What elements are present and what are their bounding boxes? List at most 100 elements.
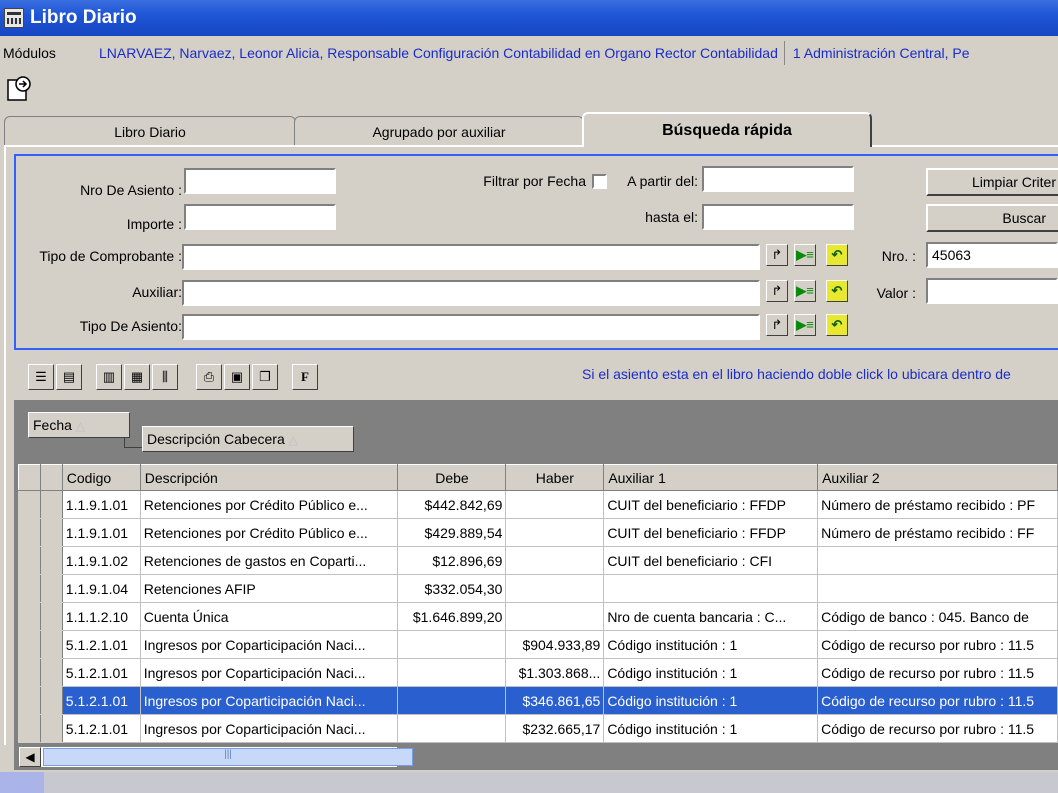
nro-input[interactable]: 45063 [926, 242, 1058, 268]
cell-auxiliar-1[interactable]: CUIT del beneficiario : FFDP [603, 490, 819, 519]
limpiar-criterios-button[interactable]: Limpiar Criter [926, 168, 1058, 196]
cell-codigo[interactable]: 1.1.9.1.01 [61, 518, 141, 547]
undo-icon[interactable]: ↶ [826, 314, 848, 336]
cell-codigo[interactable]: 5.1.2.1.01 [61, 630, 141, 659]
undo-icon[interactable]: ↶ [826, 244, 848, 266]
cell-haber[interactable] [505, 490, 605, 519]
cell-auxiliar-1[interactable]: CUIT del beneficiario : CFI [603, 546, 819, 575]
cell-descripcion[interactable]: Retenciones de gastos en Coparti... [139, 546, 399, 575]
cell-auxiliar-1[interactable]: Código institución : 1 [603, 658, 819, 687]
cell-haber[interactable] [505, 546, 605, 575]
cell-debe[interactable]: $429.889,54 [397, 518, 507, 547]
hasta-input[interactable] [702, 204, 854, 230]
col-haber[interactable]: Haber [505, 464, 605, 491]
cell-codigo[interactable]: 1.1.9.1.02 [61, 546, 141, 575]
tab-busqueda-rapida[interactable]: Búsqueda rápida [582, 112, 872, 147]
group-by-fecha[interactable]: Fecha △ [28, 412, 130, 438]
scroll-thumb[interactable]: ||| [43, 748, 413, 766]
cell-auxiliar-2[interactable]: Código de banco : 045. Banco de [817, 602, 1058, 631]
cell-auxiliar-2[interactable]: Código de recurso por rubro : 11.5 [817, 686, 1058, 715]
table-row[interactable]: 1.1.9.1.01 Retenciones por Crédito Públic… [18, 490, 1058, 519]
cell-descripcion[interactable]: Ingresos por Coparticipación Naci... [139, 686, 399, 715]
table-row[interactable]: 1.1.9.1.01 Retenciones por Crédito Públic… [18, 518, 1058, 547]
cell-haber[interactable] [505, 574, 605, 603]
cell-debe[interactable]: $332.054,30 [397, 574, 507, 603]
cell-debe[interactable] [397, 714, 507, 743]
cell-haber[interactable] [505, 518, 605, 547]
table-row[interactable]: 1.1.1.2.10 Cuenta Única $1.646.899,20 Nro d… [18, 602, 1058, 631]
cell-debe[interactable]: $442.842,69 [397, 490, 507, 519]
cell-auxiliar-2[interactable]: Código de recurso por rubro : 11.5 [817, 714, 1058, 743]
tipo-asiento-input[interactable] [182, 314, 760, 340]
cell-descripcion[interactable]: Ingresos por Coparticipación Naci... [139, 658, 399, 687]
cell-debe[interactable] [397, 658, 507, 687]
cell-codigo[interactable]: 5.1.2.1.01 [61, 686, 141, 715]
modules-label[interactable]: Módulos [0, 45, 90, 61]
valor-input[interactable] [926, 278, 1058, 304]
cell-haber[interactable] [505, 602, 605, 631]
cell-descripcion[interactable]: Cuenta Única [139, 602, 399, 631]
undo-icon[interactable]: ↶ [826, 280, 848, 302]
col-debe[interactable]: Debe [397, 464, 507, 491]
nro-asiento-input[interactable] [184, 168, 336, 194]
cell-codigo[interactable]: 1.1.9.1.01 [61, 490, 141, 519]
cell-codigo[interactable]: 1.1.1.2.10 [61, 602, 141, 631]
print-icon[interactable]: ⎙ [196, 364, 222, 390]
col-auxiliar-1[interactable]: Auxiliar 1 [603, 464, 819, 491]
select-list-icon[interactable]: ▶≡ [794, 280, 816, 302]
cell-haber[interactable]: $904.933,89 [505, 630, 605, 659]
cell-descripcion[interactable]: Retenciones por Crédito Público e... [139, 490, 399, 519]
collapse-all-icon[interactable]: ▤ [56, 364, 82, 390]
table-row[interactable]: 1.1.9.1.02 Retenciones de gastos en Copar… [18, 546, 1058, 575]
cell-haber[interactable]: $1.303.868... [505, 658, 605, 687]
search-icon[interactable]: ↱ [766, 314, 788, 336]
cell-auxiliar-2[interactable]: Número de préstamo recibido : PF [817, 490, 1058, 519]
cell-auxiliar-2[interactable]: Código de recurso por rubro : 11.5 [817, 658, 1058, 687]
select-list-icon[interactable]: ▶≡ [794, 314, 816, 336]
table-row[interactable]: 5.1.2.1.01 Ingresos por Coparticipación N… [18, 686, 1058, 715]
cell-auxiliar-1[interactable]: Código institución : 1 [603, 686, 819, 715]
group-icon[interactable]: ▦ [124, 364, 150, 390]
table-row[interactable]: 1.1.9.1.04 Retenciones AFIP $332.054,30 [18, 574, 1058, 603]
col-codigo[interactable]: Codigo [61, 464, 141, 491]
cell-auxiliar-2[interactable]: Número de préstamo recibido : FF [817, 518, 1058, 547]
col-descripcion[interactable]: Descripción [139, 464, 399, 491]
cell-auxiliar-1[interactable]: CUIT del beneficiario : FFDP [603, 518, 819, 547]
auxiliar-input[interactable] [182, 280, 760, 306]
cell-debe[interactable] [397, 630, 507, 659]
buscar-button[interactable]: Buscar [926, 204, 1058, 232]
cell-codigo[interactable]: 5.1.2.1.01 [61, 714, 141, 743]
scroll-left-icon[interactable]: ◀ [19, 747, 41, 767]
cell-auxiliar-1[interactable]: Código institución : 1 [603, 714, 819, 743]
cell-codigo[interactable]: 1.1.9.1.04 [61, 574, 141, 603]
cell-auxiliar-2[interactable] [817, 574, 1058, 603]
cell-descripcion[interactable]: Ingresos por Coparticipación Naci... [139, 714, 399, 743]
cell-haber[interactable]: $232.665,17 [505, 714, 605, 743]
cell-auxiliar-1[interactable]: Nro de cuenta bancaria : C... [603, 602, 819, 631]
table-row[interactable]: 5.1.2.1.01 Ingresos por Coparticipación N… [18, 714, 1058, 743]
sort-icon[interactable]: ⫼ [152, 364, 178, 390]
search-icon[interactable]: ↱ [766, 280, 788, 302]
select-list-icon[interactable]: ▶≡ [794, 244, 816, 266]
copy-icon[interactable]: ❐ [252, 364, 278, 390]
importe-input[interactable] [184, 204, 336, 230]
tipo-comprobante-input[interactable] [182, 244, 760, 270]
expand-all-icon[interactable]: ☰ [28, 364, 54, 390]
cell-debe[interactable]: $1.646.899,20 [397, 602, 507, 631]
cell-haber[interactable]: $346.861,65 [505, 686, 605, 715]
exit-icon[interactable] [4, 74, 38, 104]
columns-icon[interactable]: ▥ [96, 364, 122, 390]
search-icon[interactable]: ↱ [766, 244, 788, 266]
tab-libro-diario[interactable]: Libro Diario [4, 116, 296, 146]
function-icon[interactable]: F [292, 364, 318, 390]
col-auxiliar-2[interactable]: Auxiliar 2 [817, 464, 1058, 491]
cell-debe[interactable]: $12.896,69 [397, 546, 507, 575]
cell-auxiliar-1[interactable] [603, 574, 819, 603]
preview-icon[interactable]: ▣ [224, 364, 250, 390]
table-row[interactable]: 5.1.2.1.01 Ingresos por Coparticipación N… [18, 658, 1058, 687]
cell-auxiliar-2[interactable]: Código de recurso por rubro : 11.5 [817, 630, 1058, 659]
group-by-descripcion[interactable]: Descripción Cabecera △ [142, 426, 354, 452]
tab-agrupado-auxiliar[interactable]: Agrupado por auxiliar [294, 116, 584, 146]
cell-descripcion[interactable]: Ingresos por Coparticipación Naci... [139, 630, 399, 659]
cell-debe[interactable] [397, 686, 507, 715]
